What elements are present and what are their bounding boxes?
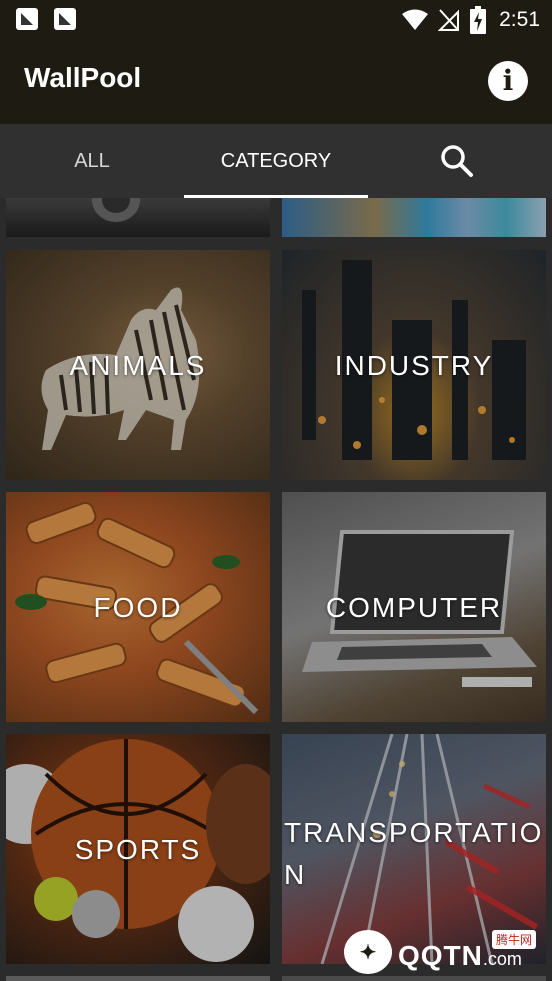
status-time: 2:51: [499, 8, 540, 31]
watermark: ✦ QQTN.com 腾牛网: [344, 930, 544, 976]
notification-app-icon: [54, 8, 76, 30]
watermark-logo: ✦: [344, 930, 392, 974]
category-grid: ANIMALS INDUSTRY FOOD COMPUTER SPORTS TR…: [0, 198, 552, 981]
category-label: COMPUTER: [325, 592, 503, 623]
tab-category[interactable]: CATEGORY: [184, 124, 368, 198]
search-icon[interactable]: [440, 144, 474, 178]
tab-bar: ALL CATEGORY: [0, 124, 552, 198]
tab-all[interactable]: ALL: [0, 124, 184, 198]
category-label: TRANSPORTATIO N: [284, 817, 544, 890]
category-label: ANIMALS: [69, 350, 207, 381]
app-bar: WallPool i: [0, 40, 552, 124]
battery-charging-icon: [470, 6, 486, 34]
app-title: WallPool: [24, 62, 142, 93]
status-bar: 2:51: [0, 0, 552, 40]
category-label: SPORTS: [74, 834, 202, 865]
no-signal-icon: [438, 9, 459, 31]
watermark-tag: 腾牛网: [492, 930, 537, 949]
info-icon[interactable]: i: [488, 61, 528, 101]
category-label: FOOD: [93, 592, 183, 623]
category-card-food[interactable]: FOOD: [6, 492, 270, 722]
category-card[interactable]: [6, 198, 270, 237]
category-label: INDUSTRY: [334, 350, 494, 381]
stethoscope-image: [92, 198, 140, 222]
notification-app-icon: [16, 8, 38, 30]
category-card-industry[interactable]: INDUSTRY: [282, 250, 546, 480]
category-card-animals[interactable]: ANIMALS: [6, 250, 270, 480]
category-card[interactable]: [282, 976, 546, 981]
category-card[interactable]: [282, 198, 546, 237]
category-card-computer[interactable]: COMPUTER: [282, 492, 546, 722]
category-card[interactable]: [6, 976, 270, 981]
category-card-sports[interactable]: SPORTS: [6, 734, 270, 964]
wifi-icon: [402, 9, 428, 30]
